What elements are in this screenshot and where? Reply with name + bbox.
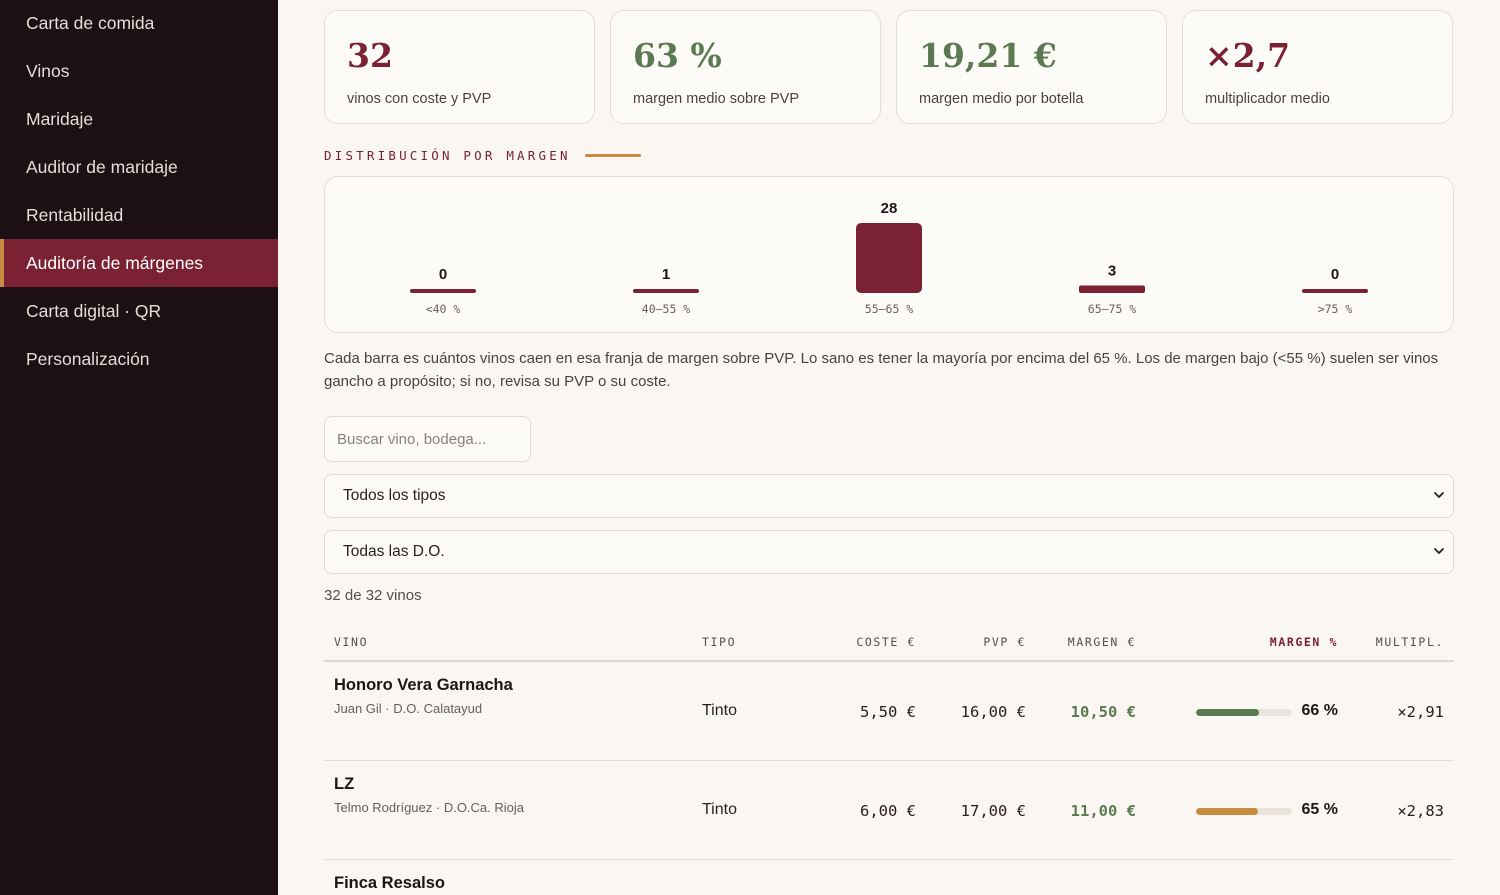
wine-margin-eur: 10,50 € [1070,703,1136,721]
sidebar-item-label: Vinos [26,60,70,81]
sidebar-item-carta-digital-qr[interactable]: Carta digital · QR [0,287,278,335]
column-header-tipo[interactable]: TIPO [702,635,736,649]
wine-type: Tinto [702,702,737,719]
kpi-value: ×2,7 [1205,36,1291,75]
distribution-category-label: 40–55 % [642,302,691,316]
do-select-value: Todas las D.O. [343,543,445,560]
sidebar-item-auditor-de-maridaje[interactable]: Auditor de maridaje [0,143,278,191]
distribution-bar [856,223,922,293]
wine-multiplier: ×2,83 [1397,802,1444,820]
wine-margin-eur: 11,00 € [1070,802,1136,820]
section-title-text: DISTRIBUCIÓN POR MARGEN [324,148,571,163]
sidebar-item-label: Auditoría de márgenes [26,252,204,273]
wine-type: Tinto [702,801,737,818]
sidebar-item-vinos[interactable]: Vinos [0,47,278,95]
sidebar-item-personalizacion[interactable]: Personalización [0,335,278,383]
sidebar-item-rentabilidad[interactable]: Rentabilidad [0,191,278,239]
margin-distribution-chart: 0 <40 % 1 40–55 % 28 55–65 % 3 65–75 % 0 >75 % [324,176,1454,333]
margin-distribution-svg: 0 <40 % 1 40–55 % 28 55–65 % 3 65–75 % 0 >75 % [410,200,1368,316]
margin-bar [1196,808,1292,815]
results-count: 32 de 32 vinos [324,587,422,604]
distribution-bar [410,289,476,293]
column-header-margen[interactable]: MARGEN € [1024,635,1136,649]
table-row[interactable]: Finca Resalso [324,860,1454,895]
distribution-category-label: 55–65 % [865,302,914,316]
kpi-value: 19,21 € [919,36,1057,75]
sidebar-item-maridaje[interactable]: Maridaje [0,95,278,143]
chevron-down-icon [1434,548,1444,554]
search-input[interactable] [324,416,531,462]
distribution-value-label: 0 [439,266,447,283]
section-title-distribucion: DISTRIBUCIÓN POR MARGEN [324,148,641,163]
margin-bar-fill [1196,709,1260,716]
sidebar-item-label: Auditor de maridaje [26,156,178,177]
sidebar-item-label: Maridaje [26,108,94,129]
column-header-margen-pct[interactable]: MARGEN % [1218,635,1338,649]
column-header-coste[interactable]: COSTE € [804,635,916,649]
do-select[interactable]: Todas las D.O. [324,530,1454,574]
distribution-category-label: <40 % [426,302,461,316]
sidebar-item-auditoria-de-margenes[interactable]: Auditoría de márgenes [0,239,278,287]
sidebar-item-label: Rentabilidad [26,204,124,225]
distribution-value-label: 28 [881,200,898,217]
column-header-pvp[interactable]: PVP € [914,635,1026,649]
distribution-category-label: 65–75 % [1088,302,1137,316]
wine-multiplier: ×2,91 [1397,703,1444,721]
wine-margin-pct: 65 % [1301,801,1338,818]
wine-producer: Juan Gil · D.O. Calatayud [334,701,483,716]
type-select[interactable]: Todos los tipos [324,474,1454,518]
sidebar: Carta de comida Vinos Maridaje Auditor d… [0,0,278,895]
distribution-bar [1079,285,1145,293]
wine-name: Finca Resalso [334,874,445,892]
wine-cost: 5,50 € [860,703,916,721]
kpi-card-margen-medio: 63 % margen medio sobre PVP [610,10,881,124]
distribution-value-label: 3 [1108,263,1116,280]
table-row[interactable]: Honoro Vera Garnacha Juan Gil · D.O. Cal… [324,662,1454,761]
wine-producer: Telmo Rodríguez · D.O.Ca. Rioja [334,800,525,815]
wine-pvp: 16,00 € [960,703,1026,721]
distribution-value-label: 1 [662,266,670,283]
margin-bar [1196,709,1292,716]
sidebar-item-label: Carta digital · QR [26,300,162,321]
kpi-value: 32 [347,36,393,75]
wine-pvp: 17,00 € [960,802,1026,820]
distribution-bar [633,289,699,293]
kpi-label: margen medio sobre PVP [633,91,800,107]
kpi-card-margen-botella: 19,21 € margen medio por botella [896,10,1167,124]
kpi-card-vinos: 32 vinos con coste y PVP [324,10,595,124]
sidebar-item-label: Personalización [26,348,150,369]
chart-help-text: Cada barra es cuántos vinos caen en esa … [324,350,1439,390]
kpi-value: 63 % [633,36,722,75]
type-select-value: Todos los tipos [343,487,446,504]
distribution-category-label: >75 % [1318,302,1353,316]
main-content: 32 vinos con coste y PVP 63 % margen med… [278,0,1500,895]
chevron-down-icon [1434,492,1444,498]
wine-margin-pct: 66 % [1301,702,1338,719]
sidebar-item-label: Carta de comida [26,12,155,33]
distribution-value-label: 0 [1331,266,1339,283]
kpi-label: multiplicador medio [1205,91,1330,107]
kpi-card-multiplicador: ×2,7 multiplicador medio [1182,10,1453,124]
wine-name: LZ [334,775,355,793]
distribution-bar [1302,289,1368,293]
wine-name: Honoro Vera Garnacha [334,676,513,694]
kpi-label: vinos con coste y PVP [347,91,492,107]
section-title-rule [584,154,641,157]
sidebar-item-carta-de-comida[interactable]: Carta de comida [0,0,278,47]
wine-cost: 6,00 € [860,802,916,820]
column-header-vino[interactable]: VINO [334,635,368,649]
margin-bar-fill [1196,808,1259,815]
column-header-multiplicador[interactable]: MULTIPL. [1334,635,1444,649]
kpi-label: margen medio por botella [919,91,1084,107]
table-row[interactable]: LZ Telmo Rodríguez · D.O.Ca. Rioja Tinto… [324,761,1454,860]
